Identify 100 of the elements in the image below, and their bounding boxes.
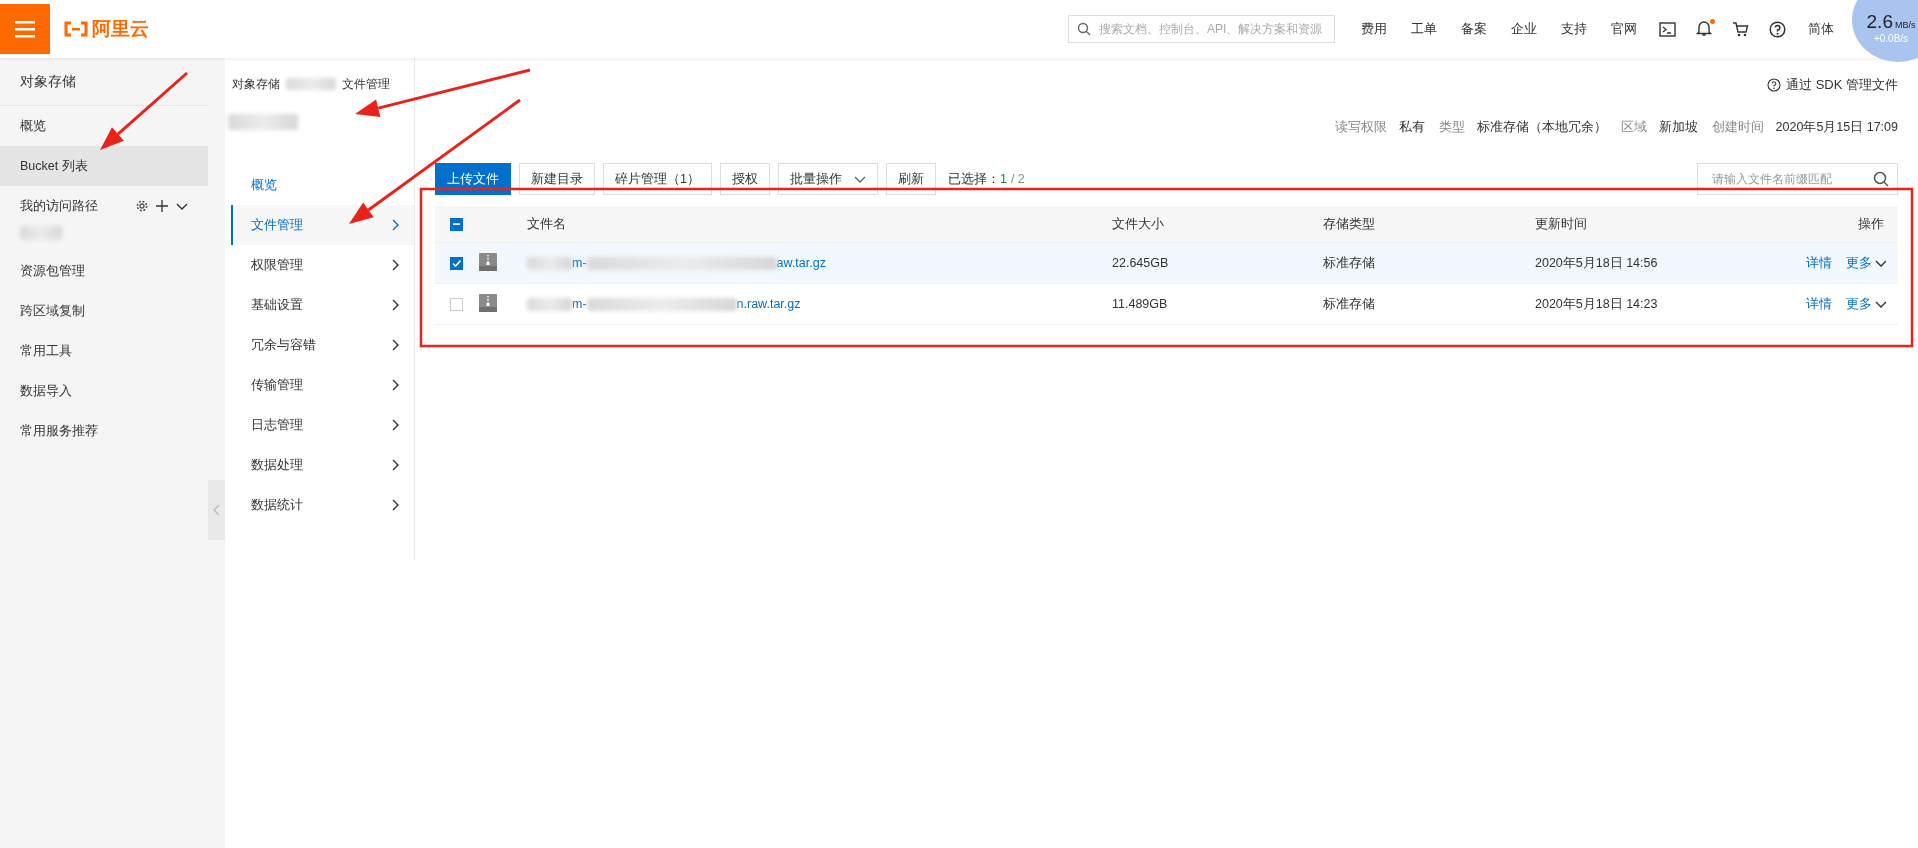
nav-link[interactable]: 费用 bbox=[1349, 20, 1399, 38]
file-name-link[interactable]: aw.tar.gz bbox=[776, 256, 826, 270]
upload-button[interactable]: 上传文件 bbox=[435, 163, 511, 195]
search-icon bbox=[1873, 171, 1889, 187]
search-field[interactable]: 搜索文档、控制台、API、解决方案和资源 bbox=[1068, 15, 1335, 43]
chevron-right-icon bbox=[391, 419, 400, 431]
collapse-handle[interactable] bbox=[208, 480, 225, 540]
table-cell-text: 22.645GB bbox=[1112, 256, 1170, 270]
column-header: 操作 bbox=[1857, 215, 1885, 233]
sidebar-item[interactable]: 常用服务推荐 bbox=[0, 411, 208, 451]
help-icon bbox=[1767, 78, 1782, 92]
column-header: 存储类型 bbox=[1323, 215, 1376, 233]
breadcrumb-item[interactable]: 对象存储 bbox=[232, 75, 280, 93]
logo-icon bbox=[64, 21, 88, 37]
chevron-right-icon bbox=[391, 499, 400, 511]
nav-item[interactable]: 基础设置 bbox=[231, 285, 414, 325]
checkmark-icon bbox=[451, 258, 462, 268]
info-value: 标准存储（本地冗余） bbox=[1476, 118, 1607, 136]
column-header: 文件名 bbox=[527, 215, 567, 233]
redacted-blur bbox=[228, 114, 298, 130]
archive-file-icon bbox=[479, 252, 497, 271]
nav-link[interactable]: 支持 bbox=[1549, 20, 1599, 38]
nav-item[interactable]: 权限管理 bbox=[231, 245, 414, 285]
caret-icon bbox=[853, 174, 866, 184]
toolbar-button[interactable]: 授权 bbox=[719, 163, 770, 195]
info-label: 类型 bbox=[1438, 118, 1465, 136]
chevron-right-icon bbox=[391, 259, 400, 271]
column-header: 文件大小 bbox=[1112, 215, 1165, 233]
table-cell-text: 标准存储 bbox=[1323, 295, 1376, 313]
cart-icon[interactable] bbox=[1732, 21, 1749, 37]
menu-button[interactable] bbox=[0, 4, 50, 54]
checkbox[interactable] bbox=[450, 217, 463, 231]
redacted-blur bbox=[20, 226, 62, 240]
nav-item[interactable]: 冗余与容错 bbox=[231, 325, 414, 365]
details-link[interactable]: 详情 bbox=[1806, 254, 1832, 272]
chevron-right-icon bbox=[391, 219, 400, 231]
nav-item[interactable]: 文件管理 bbox=[231, 205, 414, 245]
column-header: 更新时间 bbox=[1535, 215, 1588, 233]
sidebar-item[interactable]: 数据导入 bbox=[0, 371, 208, 411]
file-name-link[interactable]: m- bbox=[572, 297, 587, 311]
search-field[interactable]: 请输入文件名前缀匹配 bbox=[1697, 163, 1898, 195]
download-speed: 2.6 bbox=[1866, 10, 1893, 33]
chevron-down-icon bbox=[1875, 300, 1886, 308]
nav-item[interactable]: 数据处理 bbox=[231, 445, 414, 485]
help-icon[interactable] bbox=[1769, 20, 1786, 38]
table-cell-text: 标准存储 bbox=[1323, 254, 1376, 272]
info-label: 读写权限 bbox=[1334, 118, 1387, 136]
info-value: 2020年5月15日 17:09 bbox=[1775, 118, 1898, 136]
toolbar-button[interactable]: 新建目录 bbox=[519, 163, 595, 195]
sdk-link[interactable]: 通过 SDK 管理文件 bbox=[1786, 76, 1898, 94]
checkbox[interactable] bbox=[450, 256, 463, 270]
table-cell-text: 2020年5月18日 14:56 bbox=[1535, 254, 1659, 272]
info-value: 新加坡 bbox=[1658, 118, 1698, 136]
sidebar-item[interactable]: 跨区域复制 bbox=[0, 291, 208, 331]
redacted-blur bbox=[527, 297, 572, 311]
selection-count: 1 bbox=[999, 172, 1007, 186]
sidebar-item[interactable]: Bucket 列表 bbox=[0, 146, 208, 186]
chevron-right-icon bbox=[391, 379, 400, 391]
chevron-right-icon bbox=[391, 299, 400, 311]
nav-link[interactable]: 企业 bbox=[1499, 20, 1549, 38]
nav-link[interactable]: 官网 bbox=[1599, 20, 1649, 38]
sidebar-item[interactable]: 资源包管理 bbox=[0, 251, 208, 291]
info-label: 区域 bbox=[1620, 118, 1647, 136]
terminal-icon[interactable] bbox=[1659, 21, 1676, 37]
breadcrumb-item: 文件管理 bbox=[342, 75, 390, 93]
logo-text: 阿里云 bbox=[92, 17, 149, 41]
nav-item[interactable]: 数据统计 bbox=[231, 485, 414, 525]
search-icon bbox=[1077, 22, 1091, 36]
menu-icon bbox=[15, 20, 35, 38]
chevron-down-icon[interactable] bbox=[176, 201, 188, 211]
dropdown-button[interactable]: 批量操作 bbox=[777, 163, 878, 195]
toolbar-button[interactable]: 刷新 bbox=[885, 163, 936, 195]
nav-item[interactable]: 日志管理 bbox=[231, 405, 414, 445]
nav-link[interactable]: 备案 bbox=[1449, 20, 1499, 38]
nav-item[interactable]: 概览 bbox=[231, 165, 414, 205]
toolbar-button[interactable]: 碎片管理（1） bbox=[603, 163, 712, 195]
chevron-right-icon bbox=[391, 459, 400, 471]
more-link[interactable]: 更多 bbox=[1846, 254, 1886, 272]
file-name-link[interactable]: n.raw.tar.gz bbox=[736, 297, 801, 311]
chevron-down-icon bbox=[1875, 259, 1886, 267]
sidebar-item[interactable]: 概览 bbox=[0, 106, 208, 146]
table-cell-text: 11.489GB bbox=[1112, 297, 1169, 311]
sidebar-item[interactable]: 常用工具 bbox=[0, 331, 208, 371]
nav-link[interactable]: 工单 bbox=[1399, 20, 1449, 38]
plus-icon[interactable] bbox=[156, 200, 168, 212]
redacted-blur bbox=[527, 256, 572, 270]
more-link[interactable]: 更多 bbox=[1846, 295, 1886, 313]
chevron-right-icon bbox=[391, 339, 400, 351]
sidebar-item[interactable]: 我的访问路径 bbox=[20, 197, 98, 215]
settings-icon[interactable] bbox=[136, 200, 148, 212]
selection-total: / 2 bbox=[1010, 172, 1025, 186]
details-link[interactable]: 详情 bbox=[1806, 295, 1832, 313]
dash-icon bbox=[452, 220, 461, 228]
chevron-left-icon bbox=[213, 504, 220, 516]
language-link[interactable]: 简体 bbox=[1796, 20, 1846, 38]
bell-icon[interactable] bbox=[1696, 19, 1712, 36]
info-value: 私有 bbox=[1398, 118, 1425, 136]
nav-item[interactable]: 传输管理 bbox=[231, 365, 414, 405]
archive-file-icon bbox=[479, 293, 497, 312]
upload-speed: +0.0B/s bbox=[1873, 32, 1909, 44]
